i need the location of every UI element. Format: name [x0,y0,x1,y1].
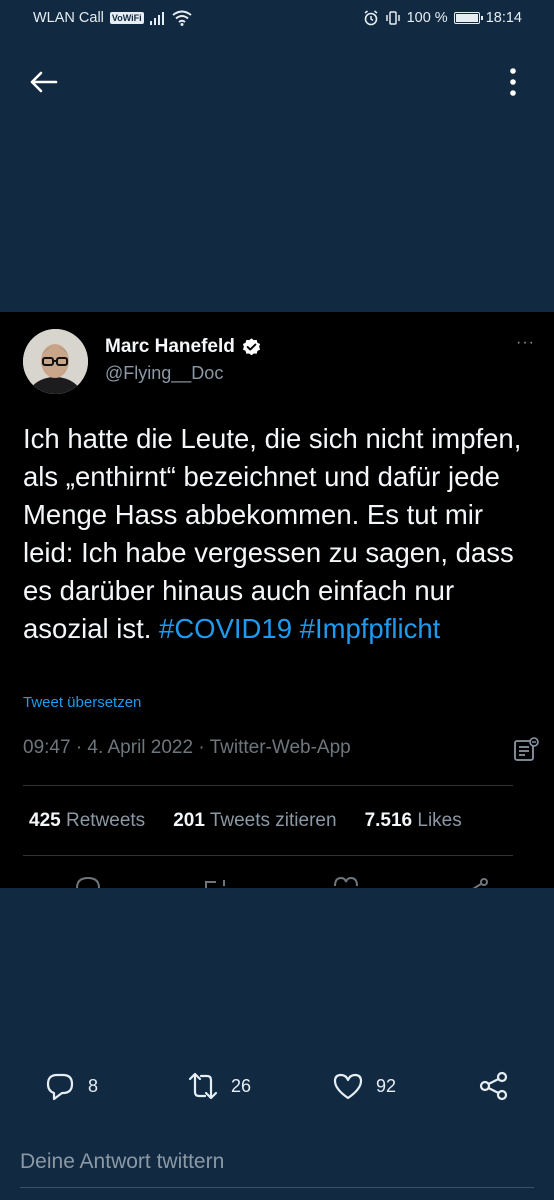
hashtag-impfpflicht[interactable]: #Impfpflicht [300,613,441,644]
vowifi-badge: VoWiFi [109,12,144,24]
reply-underline [20,1187,534,1188]
author-handle: @Flying__Doc [105,363,224,383]
divider [23,855,513,856]
avatar[interactable] [23,329,88,394]
like-icon [333,1073,363,1100]
cropped-action-row [0,874,554,888]
retweet-icon [205,880,225,888]
like-icon [334,876,358,887]
retweet-icon [188,1072,218,1100]
carrier-label: WLAN Call [33,10,104,26]
vibrate-icon [385,11,400,25]
reply-button[interactable]: 8 [44,1070,98,1102]
status-left: WLAN Call VoWiFi [33,10,192,26]
share-icon [472,878,488,888]
status-right: 100 % 18:14 [363,10,522,26]
back-arrow-icon[interactable] [26,64,62,100]
reply-icon [76,876,100,888]
author-name[interactable]: Marc Hanefeld [105,336,235,358]
tweet-stats: 425 Retweets 201 Tweets zitieren 7.516 L… [29,810,490,832]
share-button[interactable] [478,1070,510,1102]
retweets-count: 425 [29,810,61,831]
quotes-count: 201 [173,810,205,831]
reply-icon [46,1073,74,1101]
alarm-icon [364,10,378,26]
author-name-row: Marc Hanefeld [105,336,262,358]
like-button[interactable]: 92 [332,1070,396,1102]
tweet-text: Ich hatte die Leute, die sich nicht impf… [23,420,533,648]
tweet-meta: 09:47 · 4. April 2022 · Twitter-Web-App [23,737,351,758]
translate-link[interactable]: Tweet übersetzen [23,694,141,711]
tweet-card: Marc Hanefeld @Flying__Doc ··· Ich hatte… [0,312,554,888]
status-bar: WLAN Call VoWiFi 100 % 18:14 [0,0,554,38]
quotes-stat[interactable]: 201 Tweets zitieren [173,810,336,832]
hashtag-covid19[interactable]: #COVID19 [159,613,292,644]
reply-input[interactable]: Deine Antwort twittern [20,1150,224,1174]
retweet-button[interactable]: 26 [187,1070,251,1102]
battery-icon [453,12,483,24]
battery-percent: 100 % [406,10,448,26]
retweets-label: Retweets [65,810,146,831]
more-vertical-icon[interactable] [498,64,528,100]
like-count: 92 [376,1075,397,1096]
reply-count: 8 [88,1075,99,1096]
share-icon [479,1071,508,1101]
divider [23,785,513,786]
wifi-icon [172,10,192,26]
likes-label: Likes [417,810,462,831]
signal-icon [149,12,164,25]
likes-count: 7.516 [364,810,413,831]
clock: 18:14 [485,10,522,26]
likes-stat[interactable]: 7.516 Likes [365,810,462,832]
action-bar: 8 26 92 [0,1070,554,1110]
verified-icon [242,337,260,355]
tweet-details-icon[interactable] [512,736,540,764]
more-horizontal-icon[interactable]: ··· [516,334,535,352]
retweets-stat[interactable]: 425 Retweets [29,810,145,832]
retweet-count: 26 [231,1075,252,1096]
quotes-label: Tweets zitieren [209,810,337,831]
tweet-body: Ich hatte die Leute, die sich nicht impf… [23,423,522,644]
top-bar [0,50,554,110]
